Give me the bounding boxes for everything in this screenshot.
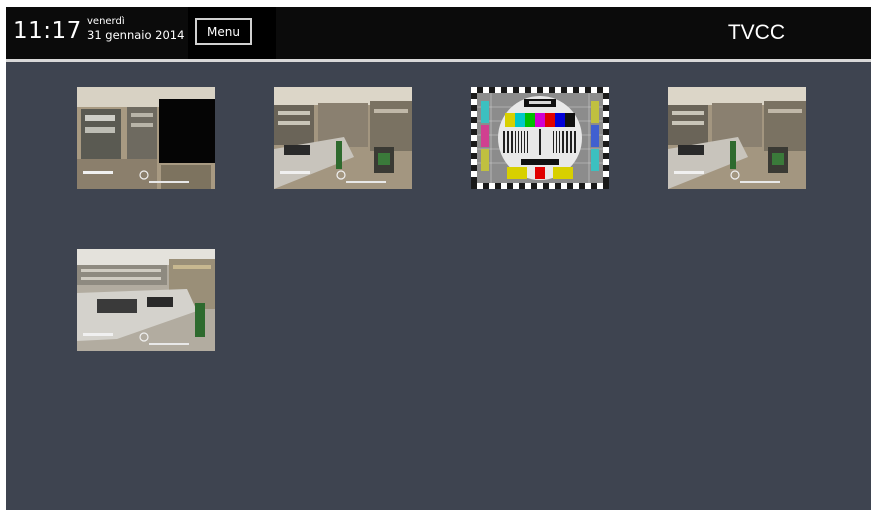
date-label: 31 gennaio 2014 (87, 28, 185, 42)
top-bar: 11:17 venerdì 31 gennaio 2014 Menu TVCC (6, 7, 871, 59)
camera-thumbnail-4[interactable] (668, 87, 806, 189)
camera-thumbnail-5[interactable] (77, 249, 215, 351)
weekday-label: venerdì (87, 16, 125, 27)
date-block: venerdì 31 gennaio 2014 (87, 16, 184, 42)
camera-feed-image (77, 249, 215, 351)
camera-feed-image (668, 87, 806, 189)
clock-time: 11:17 (13, 18, 82, 44)
camera-thumbnail-1[interactable] (77, 87, 215, 189)
test-pattern-image (471, 87, 609, 189)
header-divider (6, 59, 871, 62)
menu-button[interactable]: Menu (195, 18, 252, 45)
camera-feed-image (274, 87, 412, 189)
page-title: TVCC (727, 21, 785, 44)
tvcc-screen: 11:17 venerdì 31 gennaio 2014 Menu TVCC (6, 7, 871, 510)
camera-thumbnail-2[interactable] (274, 87, 412, 189)
camera-thumbnail-3[interactable] (471, 87, 609, 189)
camera-feed-image (77, 87, 215, 189)
